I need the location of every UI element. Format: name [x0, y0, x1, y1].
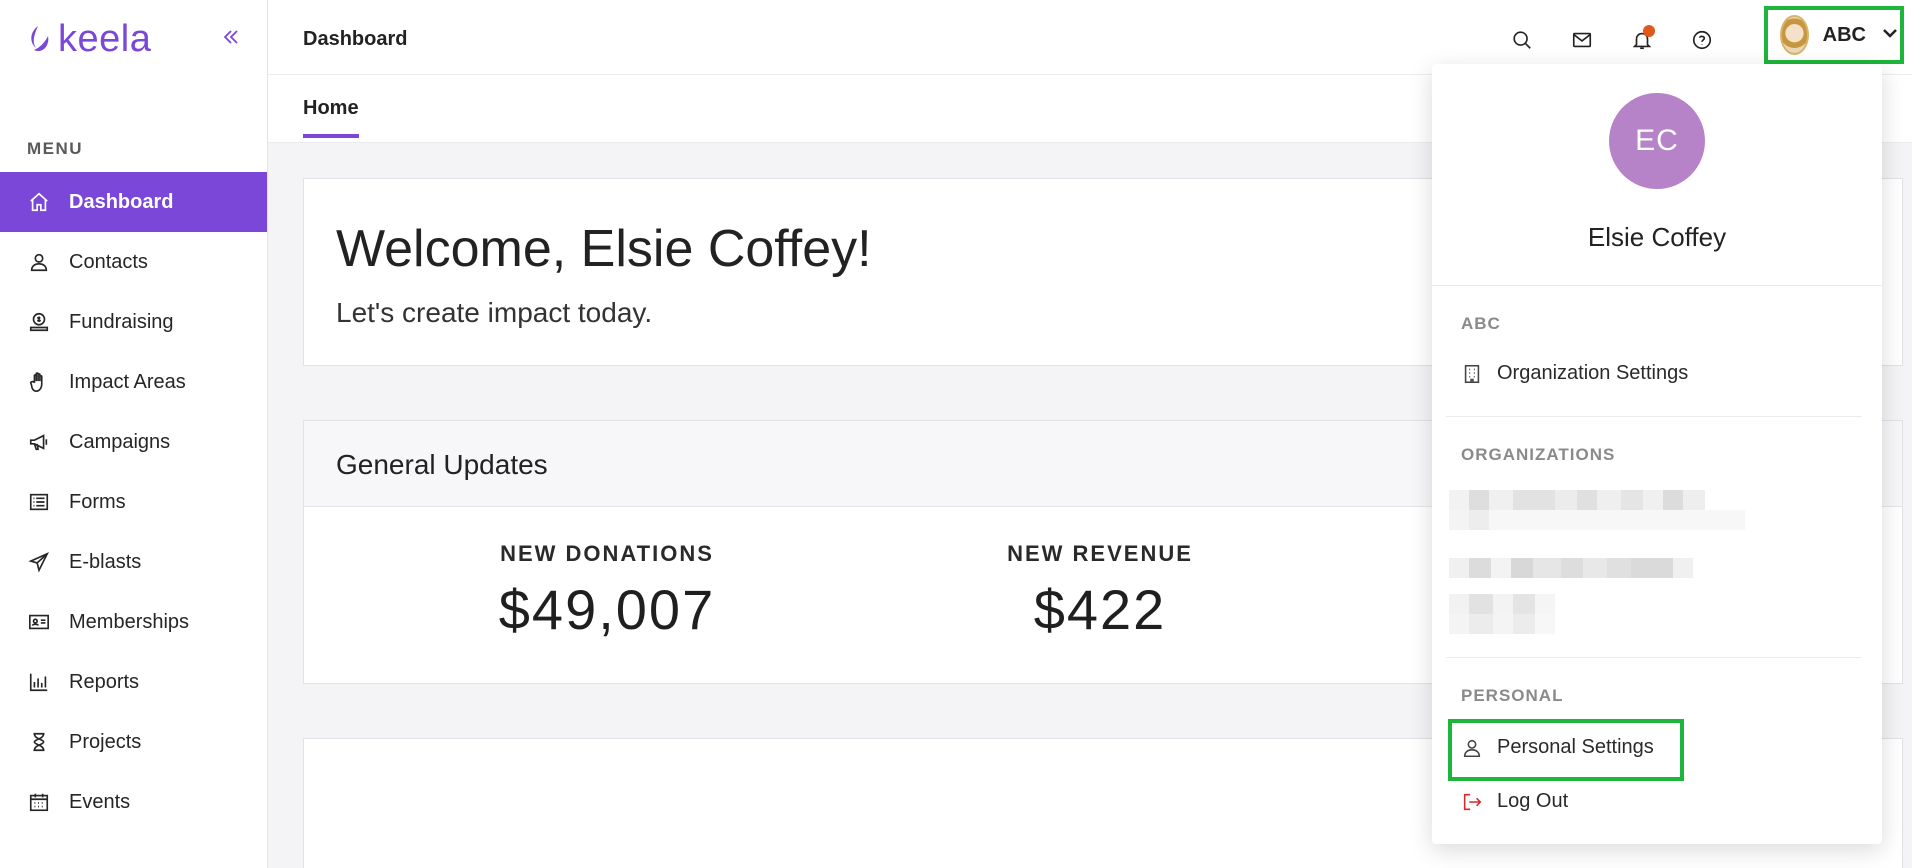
menu-section-label: MENU: [27, 139, 84, 158]
paper-plane-icon: [27, 550, 51, 574]
person-icon: [27, 250, 51, 274]
tab-home[interactable]: Home: [303, 97, 359, 138]
organization-item-blurred[interactable]: [1449, 558, 1725, 598]
search-icon: [1513, 31, 1531, 49]
top-actions: [1492, 22, 1732, 58]
brand-name: keela: [58, 18, 152, 60]
welcome-title: Welcome, Elsie Coffey!: [336, 220, 872, 278]
bar-chart-icon: [27, 670, 51, 694]
id-card-icon: [27, 610, 51, 634]
logout-icon: [1463, 793, 1482, 810]
sidebar-item-reports[interactable]: Reports: [0, 652, 267, 712]
envelope-icon: [1572, 32, 1592, 48]
stat-new-donations: NEW DONATIONS $49,007: [487, 541, 727, 642]
sidebar-item-projects[interactable]: Projects: [0, 712, 267, 772]
home-icon: [27, 190, 51, 214]
current-org-section-label: ABC: [1461, 314, 1501, 333]
keela-logo-icon: [31, 26, 49, 52]
sidebar-item-campaigns[interactable]: Campaigns: [0, 412, 267, 472]
help-icon: [1692, 30, 1712, 50]
card-title: General Updates: [336, 449, 548, 480]
search-button[interactable]: [1492, 22, 1552, 58]
sidebar-item-label: Campaigns: [69, 430, 171, 453]
personal-settings-item[interactable]: Personal Settings: [1461, 736, 1654, 759]
collapse-sidebar-button[interactable]: [216, 22, 246, 52]
sidebar-item-fundraising[interactable]: Fundraising: [0, 292, 267, 352]
organization-item-blurred[interactable]: [1449, 594, 1559, 634]
brand-logo[interactable]: keela: [26, 18, 151, 60]
stat-new-revenue: NEW REVENUE $422: [990, 541, 1210, 642]
sidebar-item-events[interactable]: Events: [0, 772, 267, 832]
megaphone-icon: [27, 430, 51, 454]
divider: [1446, 657, 1862, 658]
organization-settings-item[interactable]: Organization Settings: [1461, 362, 1688, 385]
notifications-button[interactable]: [1612, 22, 1672, 58]
building-icon: [1464, 364, 1480, 383]
sidebar-item-contacts[interactable]: Contacts: [0, 232, 267, 292]
sidebar-item-eblasts[interactable]: E-blasts: [0, 532, 267, 592]
help-button[interactable]: [1672, 22, 1732, 58]
notification-dot: [1643, 25, 1655, 37]
user-avatar: EC: [1609, 93, 1705, 189]
organization-settings-label: Organization Settings: [1497, 362, 1689, 384]
sidebar-item-label: Projects: [69, 730, 142, 753]
personal-section-label: PERSONAL: [1461, 686, 1564, 705]
hand-icon: [27, 370, 51, 394]
organization-item-blurred[interactable]: [1449, 490, 1749, 530]
sidebar-item-label: Contacts: [69, 250, 148, 273]
double-chevron-left-icon: [223, 30, 238, 44]
sidebar-item-label: Fundraising: [69, 310, 174, 333]
page-title: Dashboard: [303, 28, 408, 50]
organizations-section-label: ORGANIZATIONS: [1461, 445, 1616, 464]
stat-value: $422: [1033, 578, 1167, 641]
logout-label: Log Out: [1497, 790, 1569, 812]
sidebar-item-forms[interactable]: Forms: [0, 472, 267, 532]
welcome-subtitle: Let's create impact today.: [336, 297, 653, 328]
divider: [1446, 416, 1862, 417]
sidebar-item-label: Reports: [69, 670, 140, 693]
sidebar-item-dashboard[interactable]: Dashboard: [0, 172, 267, 232]
sidebar-nav: Dashboard Contacts Fundraising Impact Ar…: [0, 172, 267, 832]
sidebar-item-label: Impact Areas: [69, 370, 186, 393]
sidebar-item-label: Memberships: [69, 610, 190, 633]
sidebar-item-label: E-blasts: [69, 550, 142, 573]
stat-value: $49,007: [498, 578, 716, 641]
stat-label: NEW DONATIONS: [500, 541, 714, 566]
stat-label: NEW REVENUE: [1007, 541, 1193, 566]
calendar-icon: [27, 790, 51, 814]
person-icon: [1463, 739, 1481, 757]
sidebar-item-impact-areas[interactable]: Impact Areas: [0, 352, 267, 412]
sidebar-item-label: Events: [69, 790, 131, 813]
logout-item[interactable]: Log Out: [1461, 790, 1568, 813]
sidebar: keela MENU Dashboard Contacts Fundraisin…: [0, 0, 268, 868]
donation-icon: [27, 310, 51, 334]
list-icon: [27, 490, 51, 514]
messages-button[interactable]: [1552, 22, 1612, 58]
account-menu-button[interactable]: ABC: [1764, 6, 1904, 64]
account-dropdown-menu: EC Elsie Coffey ABC Organization Setting…: [1432, 64, 1882, 844]
sidebar-item-label: Dashboard: [69, 190, 174, 213]
personal-settings-label: Personal Settings: [1497, 736, 1654, 758]
avatar: [1780, 15, 1809, 55]
account-label: ABC: [1822, 23, 1866, 46]
chevron-down-icon: [1880, 23, 1900, 48]
user-name: Elsie Coffey: [1587, 222, 1727, 252]
divider: [1432, 285, 1882, 286]
sidebar-item-memberships[interactable]: Memberships: [0, 592, 267, 652]
hourglass-icon: [27, 730, 51, 754]
sidebar-item-label: Forms: [69, 490, 126, 513]
